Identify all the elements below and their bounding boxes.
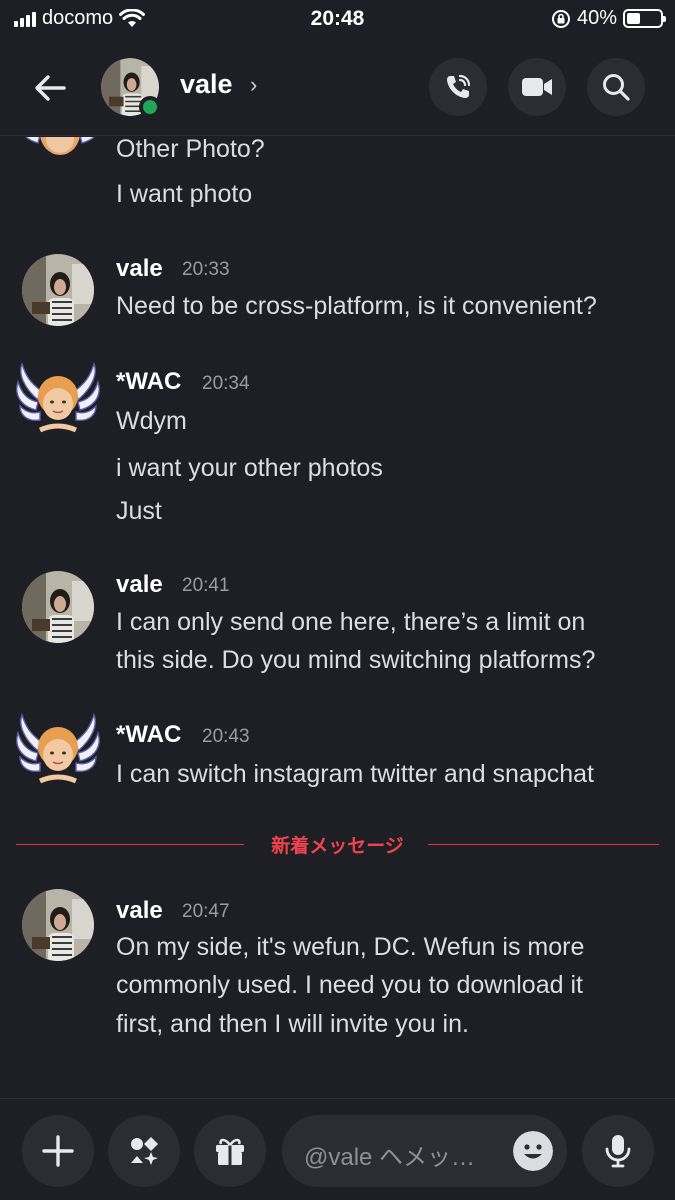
message-author[interactable]: vale [116,255,163,283]
message-list[interactable]: Other Photo? I want photo vale 20:33 Nee… [0,137,675,1097]
message-author[interactable]: vale [116,897,163,925]
voice-call-button[interactable] [429,58,487,116]
message-line: this side. Do you mind switching platfor… [116,646,596,674]
message-line: On my side, it's wefun, DC. Wefun is mor… [116,933,585,961]
chevron-right-icon[interactable]: › [250,72,257,98]
phone-call-icon [447,74,471,98]
message-author[interactable]: vale [116,571,163,599]
gift-button[interactable] [194,1115,266,1187]
avatar-wac[interactable] [18,137,102,179]
avatar-vale[interactable] [22,254,94,326]
emoji-icon[interactable] [513,1131,553,1171]
message-timestamp: 20:33 [182,259,230,280]
battery-percent: 40% [576,7,617,29]
message-line: Wdym [116,407,187,435]
attach-button[interactable] [22,1115,94,1187]
message-line: commonly used. I need you to download it [116,971,583,999]
battery-icon [623,9,666,28]
carrier-label: docomo [42,7,114,29]
header-avatar[interactable] [101,58,161,118]
cellular-signal-icon [14,11,36,27]
microphone-icon [605,1135,631,1168]
message-line: Other Photo? [116,137,265,163]
message-input-placeholder: @vale ヘメッ… [304,1144,476,1171]
message-timestamp: 20:34 [202,373,250,394]
apps-button[interactable] [108,1115,180,1187]
message-input[interactable]: @vale ヘメッ… [282,1115,567,1187]
apps-icon [131,1137,158,1165]
message-author[interactable]: *WAC [116,721,181,749]
voice-message-button[interactable] [582,1115,654,1187]
orientation-lock-icon [551,9,570,28]
avatar-wac[interactable] [16,711,100,795]
wifi-icon [119,8,146,27]
channel-header: vale › [0,38,675,136]
new-messages-divider: 新着メッセージ [16,836,659,857]
online-status-dot [139,96,161,118]
search-icon [603,74,630,101]
divider-line [428,844,659,845]
avatar-vale[interactable] [22,571,94,643]
video-call-button[interactable] [508,58,566,116]
status-left: docomo [14,7,146,30]
avatar-vale[interactable] [22,889,94,961]
video-camera-icon [522,78,552,96]
status-right: 40% [551,7,666,30]
channel-name[interactable]: vale [180,69,233,100]
back-arrow-icon[interactable] [28,66,72,110]
message-timestamp: 20:47 [182,901,230,922]
plus-icon [42,1135,74,1167]
avatar-wac[interactable] [16,360,100,444]
message-line: Need to be cross-platform, is it conveni… [116,292,597,320]
message-timestamp: 20:41 [182,575,230,596]
gift-icon [216,1138,244,1165]
message-line: I want photo [116,180,253,208]
message-composer: @vale ヘメッ… [0,1098,675,1200]
message-line: first, and then I will invite you in. [116,1010,469,1038]
message-timestamp: 20:43 [202,726,250,747]
search-button[interactable] [587,58,645,116]
message-author[interactable]: *WAC [116,368,181,396]
chat-screen: docomo 20:48 40% vale › Other Photo? I w… [0,0,675,1200]
status-bar: docomo 20:48 40% [0,0,675,38]
message-line: I can only send one here, there’s a limi… [116,608,586,636]
message-line: Just [116,497,162,525]
message-line: I can switch instagram twitter and snapc… [116,760,595,788]
message-line: i want your other photos [116,454,383,482]
